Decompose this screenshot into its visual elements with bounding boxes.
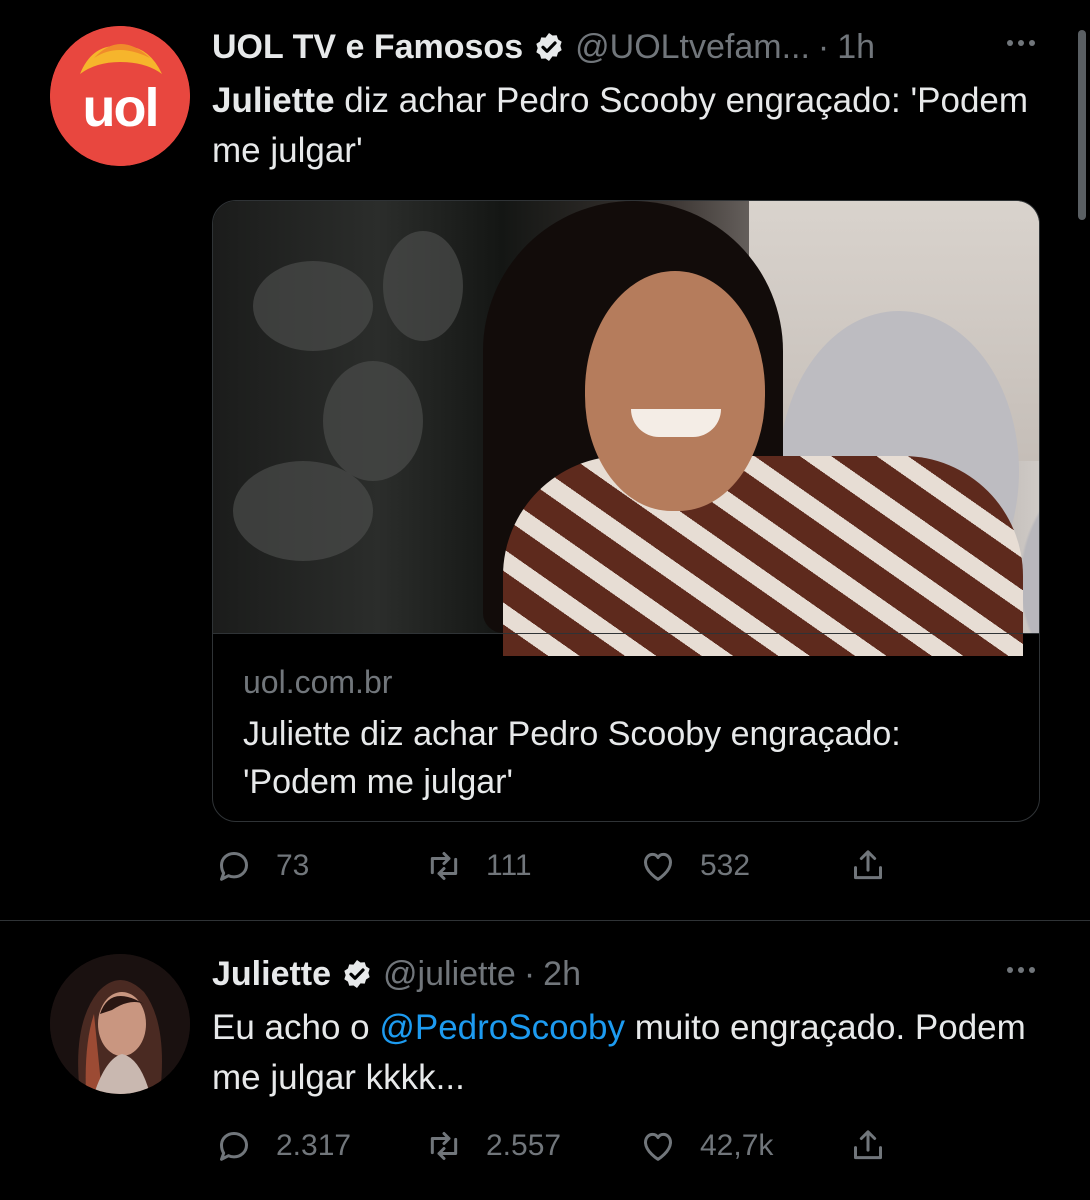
tweet[interactable]: Juliette @juliette · 2h Eu acho o @Pedro… [0,922,1090,1200]
tweet-actions: 2.317 2.557 42,7k [214,1124,894,1168]
timestamp[interactable]: 1h [837,28,875,67]
tweet-header: UOL TV e Famosos @UOLtvefam... · 1h [212,25,875,69]
like-icon [644,852,672,881]
reply-button[interactable]: 73 [214,844,309,888]
svg-text:uol: uol [83,78,158,138]
share-button[interactable] [848,1124,888,1168]
separator: · [523,954,536,993]
tweet-actions: 73 111 532 [214,844,894,888]
retweet-button[interactable]: 111 [424,844,532,888]
link-card[interactable]: uol.com.br Juliette diz achar Pedro Scoo… [212,200,1040,822]
separator: · [817,27,830,66]
avatar[interactable] [50,954,190,1094]
avatar[interactable]: uol [50,26,190,166]
like-button[interactable]: 532 [638,844,750,888]
profile-photo [50,954,190,1094]
like-button[interactable]: 42,7k [638,1124,773,1168]
card-meta: uol.com.br Juliette diz achar Pedro Scoo… [213,633,1039,821]
tweet-text: Eu acho o @PedroScooby muito engraçado. … [212,1003,1042,1103]
more-icon[interactable] [1007,40,1035,46]
tweet-divider [0,920,1090,921]
tweet[interactable]: uol UOL TV e Famosos @UOLtvefam... · 1h … [0,0,1090,920]
retweet-button[interactable]: 2.557 [424,1124,561,1168]
retweet-count: 111 [486,849,532,882]
tweet-text: Juliette diz achar Pedro Scooby engraçad… [212,76,1042,176]
display-name[interactable]: Juliette [212,955,331,994]
share-button[interactable] [848,844,888,888]
card-image [213,201,1039,656]
reply-button[interactable]: 2.317 [214,1124,351,1168]
tweet-text-body: diz achar Pedro Scooby engraçado: 'Podem… [212,81,1029,170]
verified-badge-icon [344,960,370,988]
mention-link[interactable]: @PedroScooby [379,1008,625,1047]
like-icon [644,1132,672,1161]
handle[interactable]: @juliette [383,955,516,994]
retweet-count: 2.557 [486,1129,562,1162]
share-icon [854,850,882,880]
verified-badge-icon [536,33,562,61]
reply-count: 2.317 [276,1129,352,1162]
handle[interactable]: @UOLtvefam... [575,28,810,67]
retweet-icon [430,852,458,880]
reply-icon [220,1132,248,1161]
more-icon[interactable] [1007,967,1035,973]
timeline-feed: uol UOL TV e Famosos @UOLtvefam... · 1h … [0,0,1090,1200]
like-count: 42,7k [700,1129,774,1162]
share-icon [854,1130,882,1160]
reply-icon [220,852,248,881]
bold-text: Juliette [212,81,335,120]
display-name[interactable]: UOL TV e Famosos [212,28,523,67]
uol-logo-icon: uol [50,26,190,166]
card-domain: uol.com.br [243,664,393,700]
reply-count: 73 [276,849,310,882]
tweet-text-start: Eu acho o [212,1008,380,1047]
tweet-header: Juliette @juliette · 2h [212,952,581,996]
card-title: Juliette diz achar Pedro Scooby engraçad… [243,715,901,801]
timestamp[interactable]: 2h [543,955,581,994]
retweet-icon [430,1132,458,1160]
like-count: 532 [700,849,751,882]
